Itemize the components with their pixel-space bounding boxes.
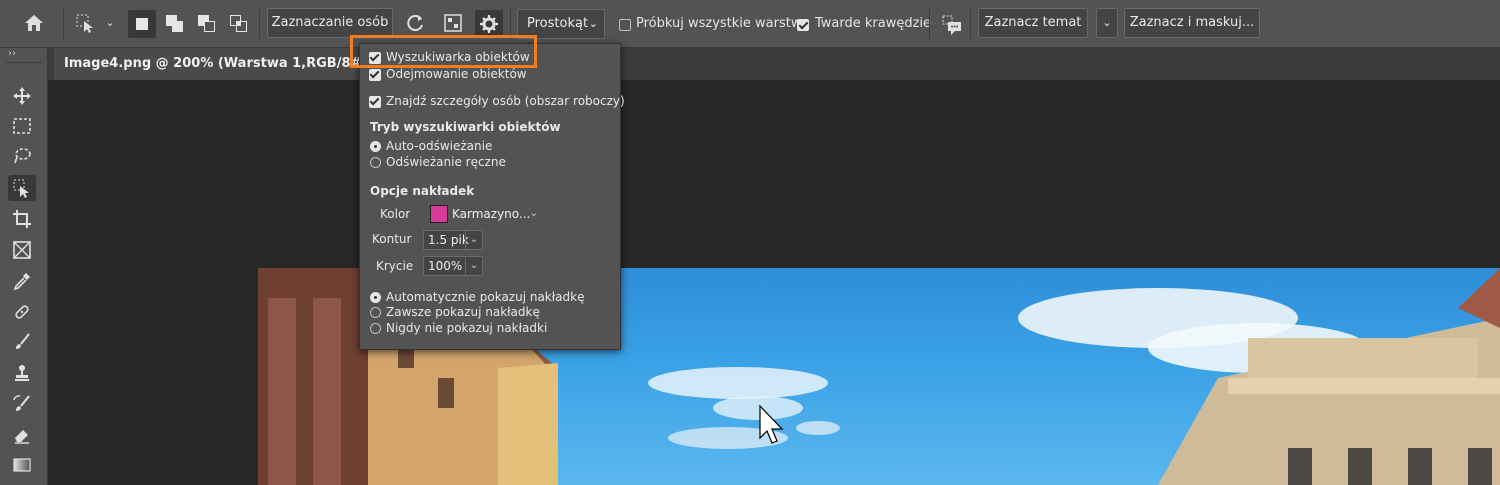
move-tool-icon[interactable] [8, 83, 36, 109]
options-bar: ⌄ Zaznaczanie osób Prostokąt ⌄ Próbkuj w… [0, 0, 1500, 48]
object-finder-mode-header: Tryb wyszukiwarki obiektów [370, 120, 561, 134]
select-and-mask-button[interactable]: Zaznacz i maskuj... [1124, 8, 1260, 38]
show-overlay-icon[interactable] [441, 12, 465, 36]
color-label: Kolor [380, 207, 411, 221]
object-selection-tool-icon[interactable] [72, 12, 98, 36]
refresh-icon[interactable] [403, 12, 427, 36]
document-tab-bar: Image4.png @ 200% (Warstwa 1,RGB/8#) × [48, 48, 1500, 80]
color-swatch [430, 205, 448, 223]
find-people-details-checkbox[interactable] [369, 96, 381, 108]
always-show-overlay-radio[interactable] [370, 307, 381, 318]
separator [929, 9, 930, 39]
panel-collapse-icon[interactable]: ›› [8, 48, 16, 59]
sample-all-layers-label: Próbkuj wszystkie warstwy [636, 16, 810, 31]
settings-gear-icon[interactable] [475, 10, 503, 38]
opacity-value: 100% [428, 259, 463, 273]
chevron-down-icon[interactable]: ⌄ [465, 257, 482, 275]
outline-label: Kontur [372, 232, 412, 246]
add-to-selection-icon[interactable] [163, 12, 187, 36]
auto-refresh-radio[interactable] [370, 141, 381, 152]
sample-all-layers-checkbox[interactable] [619, 19, 631, 31]
opacity-field[interactable]: 100% ⌄ [423, 256, 483, 276]
eyedropper-tool-icon[interactable] [8, 268, 36, 294]
chevron-down-icon[interactable]: ⌄ [465, 231, 482, 249]
separator [970, 9, 971, 39]
eraser-tool-icon[interactable] [8, 422, 36, 448]
chevron-down-icon: ⌄ [1102, 16, 1112, 29]
hard-edge-label: Twarde krawędzie [815, 16, 932, 31]
object-subtraction-label: Odejmowanie obiektów [386, 67, 527, 81]
outline-field[interactable]: 1.5 pik ⌄ [423, 230, 483, 250]
tools-panel: ›› [0, 48, 48, 485]
manual-refresh-radio[interactable] [370, 157, 381, 168]
clone-stamp-tool-icon[interactable] [8, 360, 36, 386]
highlight-box [350, 35, 537, 68]
frame-tool-icon[interactable] [8, 237, 36, 263]
document-tab-title: Image4.png @ 200% (Warstwa 1,RGB/8#) [64, 56, 368, 71]
home-icon[interactable] [20, 12, 48, 36]
auto-show-overlay-radio[interactable] [370, 292, 381, 303]
object-subtraction-checkbox[interactable] [369, 69, 381, 81]
gradient-tool-icon[interactable] [8, 452, 36, 478]
history-brush-tool-icon[interactable] [8, 391, 36, 417]
feedback-icon[interactable] [940, 14, 964, 38]
manual-refresh-label: Odświeżanie ręczne [386, 155, 506, 169]
overlay-color-value: Karmazyno... [452, 207, 531, 221]
always-show-overlay-label: Zawsze pokazuj nakładkę [386, 305, 540, 319]
object-finder-settings-popup: Wyszukiwarka obiektów Odejmowanie obiekt… [359, 43, 625, 350]
subtract-from-selection-icon[interactable] [195, 12, 219, 36]
auto-refresh-label: Auto-odświeżanie [386, 139, 493, 153]
object-selection-tool-icon[interactable] [8, 175, 36, 201]
never-show-overlay-radio[interactable] [370, 323, 381, 334]
select-people-button[interactable]: Zaznaczanie osób [267, 8, 393, 38]
hard-edge-checkbox[interactable] [797, 19, 809, 31]
opacity-label: Krycie [376, 259, 414, 273]
overlay-options-header: Opcje nakładek [370, 184, 475, 198]
auto-show-overlay-label: Automatycznie pokazuj nakładkę [386, 290, 585, 304]
select-subject-options-button[interactable]: ⌄ [1096, 8, 1118, 38]
brush-tool-icon[interactable] [8, 329, 36, 355]
healing-brush-tool-icon[interactable] [8, 299, 36, 325]
outline-value: 1.5 pik [428, 233, 469, 247]
chevron-down-icon[interactable]: ⌄ [103, 16, 117, 32]
find-people-details-label: Znajdź szczegóły osób (obszar roboczy) [386, 94, 625, 108]
crop-tool-icon[interactable] [8, 206, 36, 232]
mode-dropdown-value: Prostokąt [527, 16, 589, 31]
marquee-tool-icon[interactable] [8, 113, 36, 139]
intersect-selection-icon[interactable] [227, 12, 251, 36]
new-selection-mode-icon[interactable] [128, 10, 156, 38]
chevron-down-icon: ⌄ [529, 208, 538, 219]
separator [63, 9, 64, 39]
select-subject-button[interactable]: Zaznacz temat [978, 8, 1088, 38]
lasso-tool-icon[interactable] [8, 143, 36, 169]
overlay-color-dropdown[interactable]: Karmazyno... ⌄ [425, 204, 542, 224]
separator [259, 9, 260, 39]
never-show-overlay-label: Nigdy nie pokazuj nakładki [386, 321, 548, 335]
chevron-down-icon: ⌄ [588, 17, 598, 30]
